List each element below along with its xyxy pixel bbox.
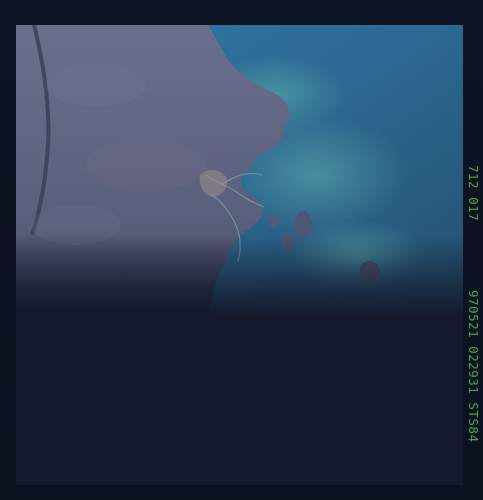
mission-timestamp-label: 970521 022931 STS84	[466, 290, 481, 443]
coastline-image	[16, 25, 463, 315]
photo-frame: 712 017 970521 022931 STS84	[0, 0, 483, 500]
terminator-fade	[16, 235, 463, 315]
earth-photo	[16, 25, 463, 315]
island	[269, 214, 279, 228]
frame-number-label: 712 017	[466, 165, 481, 222]
island	[294, 211, 312, 239]
dark-region	[16, 315, 463, 485]
film-annotation-lower: 970521 022931 STS84	[466, 290, 483, 485]
